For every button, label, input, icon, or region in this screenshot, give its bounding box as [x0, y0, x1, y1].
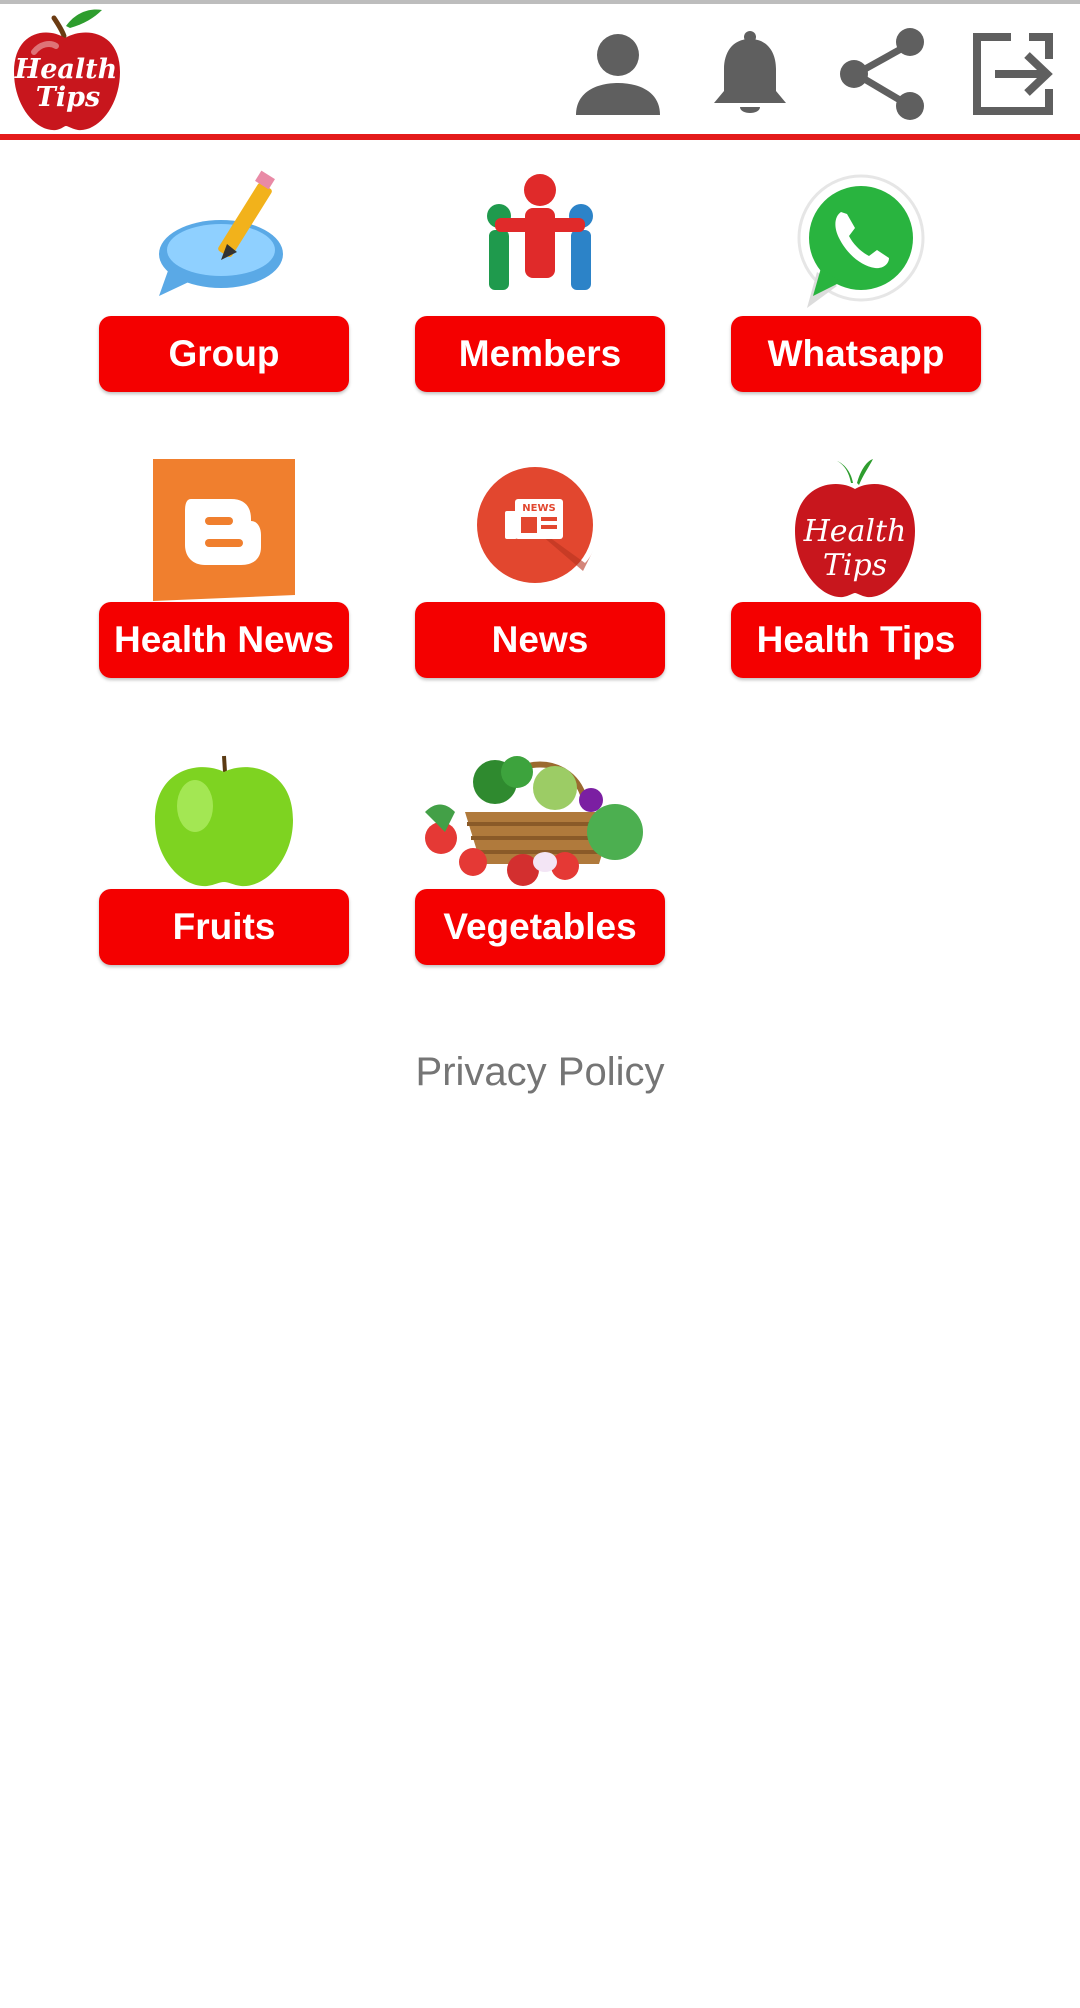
privacy-policy-link[interactable]: Privacy Policy — [0, 1050, 1080, 1095]
svg-text:NEWS: NEWS — [522, 503, 555, 514]
app-bar: Health Tips — [0, 4, 1080, 136]
green-apple-icon — [99, 742, 349, 892]
news-button[interactable]: News — [415, 602, 665, 678]
whatsapp-icon — [731, 168, 981, 318]
share-icon — [840, 28, 924, 120]
svg-text:Health: Health — [803, 514, 907, 549]
health-tips-button[interactable]: Health Tips — [731, 602, 981, 678]
members-icon — [415, 168, 665, 318]
exit-button[interactable] — [964, 26, 1064, 122]
members-button[interactable]: Members — [415, 316, 665, 392]
svg-text:Tips: Tips — [36, 82, 100, 113]
fruits-button[interactable]: Fruits — [99, 889, 349, 965]
blogger-icon — [99, 455, 349, 605]
vegetable-basket-icon — [415, 742, 665, 892]
app-logo[interactable]: Health Tips — [6, 6, 124, 136]
svg-text:Tips: Tips — [823, 548, 887, 583]
apple-logo-icon: Health Tips — [14, 9, 120, 131]
health-news-button[interactable]: Health News — [99, 602, 349, 678]
logout-icon — [973, 33, 1053, 115]
app-bar-divider — [0, 134, 1080, 140]
newspaper-icon: NEWS — [415, 455, 665, 605]
share-button[interactable] — [832, 26, 932, 122]
whatsapp-button[interactable]: Whatsapp — [731, 316, 981, 392]
profile-button[interactable] — [568, 26, 668, 122]
apple-logo-icon: Health Tips — [731, 455, 981, 605]
person-icon — [576, 34, 660, 115]
notifications-button[interactable] — [700, 26, 800, 122]
chat-pencil-icon — [99, 168, 349, 318]
svg-text:Health: Health — [14, 54, 118, 85]
vegetables-button[interactable]: Vegetables — [415, 889, 665, 965]
bell-icon — [714, 31, 786, 113]
group-button[interactable]: Group — [99, 316, 349, 392]
